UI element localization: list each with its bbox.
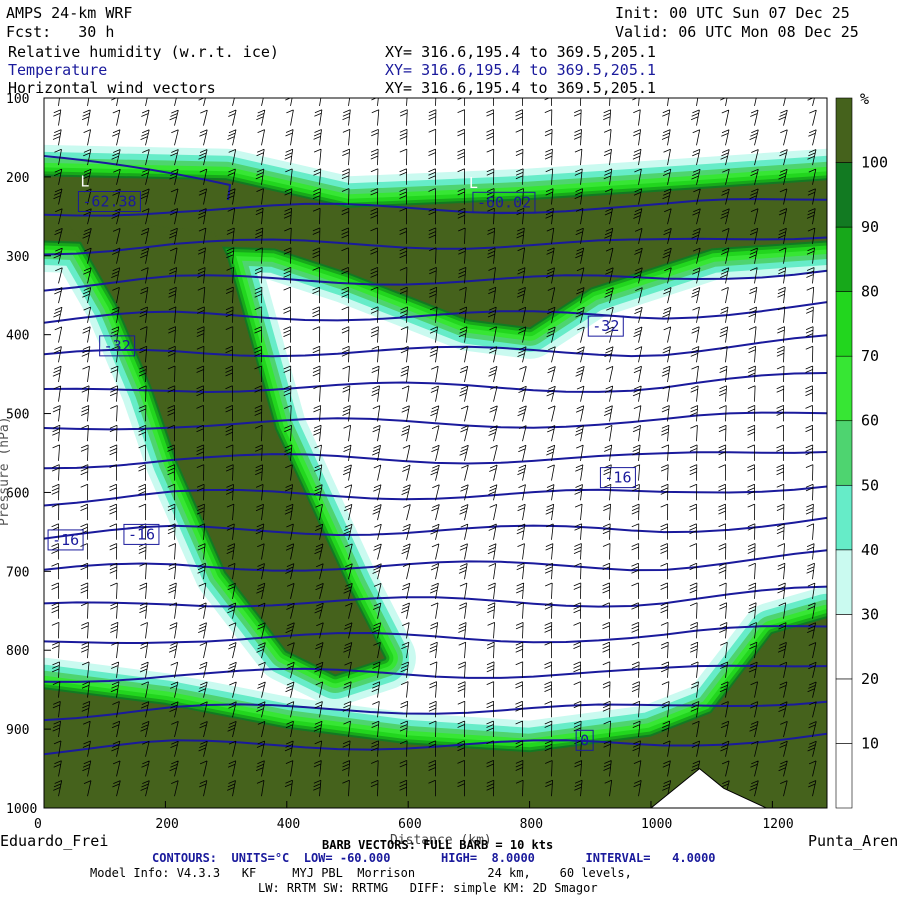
right-station-label: Punta_Aren (808, 832, 899, 850)
contour-label: -16 (52, 531, 79, 549)
colorbar-segment (835, 484, 853, 551)
cross-section-chart: -62.38 -60.02-32-32-16-16 -160L L 100200300… (0, 90, 888, 832)
x-tick-label: 1000 (641, 817, 672, 832)
colorbar-segment (835, 420, 853, 486)
colorbar-tick-label: 100 (861, 154, 888, 172)
y-tick-label: 900 (6, 723, 29, 738)
model-info-2: LW: RRTM SW: RRTMG DIFF: simple KM: 2D S… (258, 881, 598, 895)
y-tick-label: 100 (6, 92, 29, 107)
colorbar-tick-label: 40 (861, 541, 879, 559)
contour-label: -16 (128, 525, 155, 543)
y-axis-label: Pressure (hPa) (0, 416, 12, 526)
contour-label: -62.38 (82, 193, 136, 211)
x-tick-label: 400 (277, 817, 300, 832)
colorbar-segment (835, 291, 853, 357)
y-tick-label: 700 (6, 565, 29, 580)
colorbar-segment (835, 743, 853, 809)
x-tick-label: 200 (155, 817, 178, 832)
y-tick-label: 400 (6, 329, 29, 344)
contour-label: -60.02 (477, 193, 531, 211)
colorbar-tick-label: 70 (861, 347, 879, 365)
contour-label: -16 (604, 469, 631, 487)
contour-label: 0 (580, 731, 589, 749)
x-tick-label: 600 (398, 817, 421, 832)
y-tick-label: 200 (6, 171, 29, 186)
low-marker: L (469, 174, 478, 192)
barb-vectors-info: BARB VECTORS: FULL BARB = 10 kts (322, 838, 554, 852)
colorbar-segment (835, 162, 853, 228)
y-tick-label: 800 (6, 644, 29, 659)
left-station-label: Eduardo_Frei (0, 832, 109, 850)
colorbar-tick-label: 60 (861, 412, 879, 430)
x-tick-label: 1200 (762, 817, 793, 832)
colorbar-tick-label: 10 (861, 734, 879, 752)
model-info: Model Info: V4.3.3 KF MYJ PBL Morrison 2… (90, 866, 632, 880)
colorbar-tick-label: 50 (861, 476, 879, 494)
y-tick-label: 1000 (6, 802, 37, 817)
contours-info: CONTOURS: UNITS=°C LOW= -60.000 HIGH= 8.… (152, 851, 716, 865)
x-tick-label: 0 (34, 817, 42, 832)
contour-label: -32 (592, 317, 619, 335)
colorbar-tick-label: 90 (861, 218, 879, 236)
colorbar-unit: % (860, 90, 869, 108)
y-tick-label: 300 (6, 250, 29, 265)
colorbar-segment (835, 678, 853, 744)
colorbar-segment (835, 355, 853, 422)
colorbar-tick-label: 80 (861, 283, 879, 301)
colorbar-segment (835, 226, 853, 292)
contour-label: -32 (104, 337, 131, 355)
colorbar-segment (835, 614, 853, 680)
x-tick-label: 800 (520, 817, 543, 832)
colorbar-segment (835, 97, 853, 163)
low-marker: L (80, 172, 89, 190)
colorbar-segment (835, 549, 853, 615)
colorbar-tick-label: 20 (861, 670, 879, 688)
colorbar-tick-label: 30 (861, 605, 879, 623)
